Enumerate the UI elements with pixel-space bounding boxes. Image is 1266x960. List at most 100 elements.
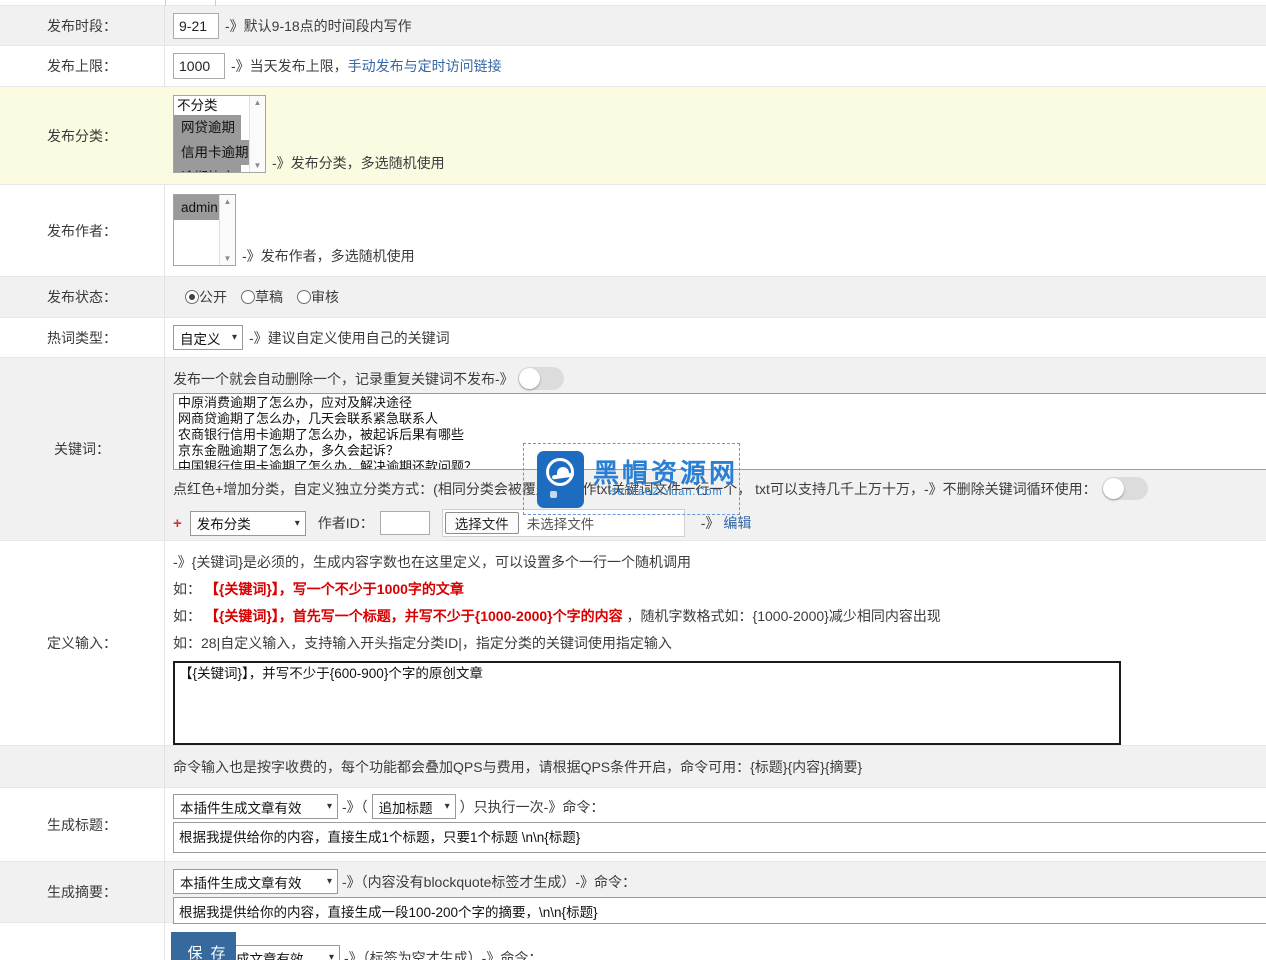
keywords-textarea[interactable]: 中原消费逾期了怎么办，应对及解决途径 网商贷逾期了怎么办，几天会联系紧急联系人 … [173,393,1266,470]
radio-label: 公开 [199,287,227,307]
example-prefix: 如： [173,581,201,597]
chevron-down-icon: ▾ [445,801,450,812]
radio-checked-icon[interactable] [185,290,199,304]
custom-input-textarea[interactable]: 【{关键词}】，并写不少于{600-900}个字的原创文章 [173,661,1121,745]
example-red-text: 【{关键词}】，首先写一个标题，并写不少于{1000-2000}个字的内容 [205,608,623,624]
command-note-text: 命令输入也是按字收费的，每个功能都会叠加QPS与费用，请根据QPS条件开启，命令… [173,757,862,777]
publish-category-label: 发布分类： [0,87,165,184]
row-bottom-clipped: 保存 本插件生成文章有效 ▾ -》（标签为空才生成）-》命令： [0,923,1266,960]
category-option[interactable]: 网贷逾期 [174,115,241,140]
keywords-label: 关键词： [0,358,165,540]
title-mode-value: 本插件生成文章有效 [180,797,302,817]
radio-label: 审核 [311,287,339,307]
title-append-value: 追加标题 [379,797,433,817]
generate-title-command-textarea[interactable]: 根据我提供给你的内容，直接生成1个标题，只要1个标题 \n\n{标题} [173,822,1266,853]
hotword-type-label: 热词类型： [0,318,165,357]
generate-title-label: 生成标题： [0,788,165,861]
hotword-type-select[interactable]: 自定义 ▾ [173,325,243,350]
publish-category-desc: -》发布分类，多选随机使用 [272,153,445,173]
publish-limit-desc: -》当天发布上限， [231,56,348,76]
publish-category-listbox[interactable]: 不分类 网贷逾期 信用卡逾期 逾期协商 ▲ ▼ [173,95,266,173]
generate-summary-command-textarea[interactable]: 根据我提供给你的内容，直接生成一段100-200个字的摘要，\n\n{标题} [173,897,1266,924]
category-option[interactable]: 逾期协商 [174,165,241,172]
radio-public[interactable]: 公开 [185,287,227,307]
radio-draft[interactable]: 草稿 [241,287,283,307]
hotword-type-value: 自定义 [180,328,221,348]
title-mid-text-1: -》（ [342,797,368,817]
auto-delete-toggle[interactable] [518,367,564,390]
summary-mode-value: 本插件生成文章有效 [180,872,302,892]
scroll-up-icon[interactable]: ▲ [224,197,232,206]
chevron-down-icon: ▾ [327,876,332,887]
publish-time-desc: -》默认9-18点的时间段内写作 [225,16,412,36]
bottom-mid-text: -》（标签为空才生成）-》命令： [344,948,542,960]
author-id-input[interactable] [380,511,430,535]
publish-author-listbox[interactable]: admin ▲ ▼ [173,194,236,266]
edit-link[interactable]: 编辑 [723,515,751,531]
publish-limit-input[interactable] [173,53,225,79]
command-note-label [0,746,165,787]
chevron-down-icon: ▾ [327,801,332,812]
summary-mode-select[interactable]: 本插件生成文章有效 ▾ [173,869,338,894]
summary-mid-text: -》（内容没有blockquote标签才生成）-》命令： [342,872,636,892]
generate-summary-label: 生成摘要： [0,862,165,922]
row-keywords: 关键词： 发布一个就会自动删除一个，记录重复关键词不发布-》 中原消费逾期了怎么… [0,358,1266,541]
row-publish-category: 发布分类： 不分类 网贷逾期 信用卡逾期 逾期协商 ▲ ▼ -》发布分类，多选随… [0,87,1266,185]
listbox-scrollbar[interactable]: ▲ ▼ [219,195,235,265]
custom-input-hint-4: 如：28|自定义输入，支持输入开头指定分类ID|，指定分类的关键词使用指定输入 [173,634,1266,652]
author-id-label: 作者ID： [318,513,374,533]
publish-limit-label: 发布上限： [0,46,165,86]
publish-time-input[interactable] [173,13,219,39]
row-custom-input: 定义输入： -》{关键词}是必须的，生成内容字数也在这里定义，可以设置多个一行一… [0,541,1266,746]
choose-file-button[interactable]: 选择文件 [445,512,519,534]
row-publish-author: 发布作者： admin ▲ ▼ -》发布作者，多选随机使用 [0,185,1266,277]
publish-status-label: 发布状态： [0,277,165,317]
radio-label: 草稿 [255,287,283,307]
author-option[interactable]: admin [174,195,219,220]
publish-author-desc: -》发布作者，多选随机使用 [242,246,415,266]
keywords-hint-text: 点红色+增加分类，自定义独立分类方式：(相同分类会被覆盖)，制作txt关键词文件… [173,479,1097,499]
keywords-toggle-text: 发布一个就会自动删除一个，记录重复关键词不发布-》 [173,369,514,389]
row-publish-time: 发布时段： -》默认9-18点的时间段内写作 [0,6,1266,46]
keyword-category-select[interactable]: 发布分类 ▾ [190,511,306,536]
row-publish-status: 发布状态： 公开 草稿 审核 [0,277,1266,318]
radio-review[interactable]: 审核 [297,287,339,307]
title-mid-text-2: ）只执行一次-》命令： [460,797,605,817]
custom-input-hint-3: 如： 【{关键词}】，首先写一个标题，并写不少于{1000-2000}个字的内容… [173,607,1266,625]
radio-icon[interactable] [241,290,255,304]
radio-icon[interactable] [297,290,311,304]
example-rest-text: ，随机字数格式如：{1000-2000}减少相同内容出现 [627,608,941,624]
chevron-down-icon: ▾ [295,518,300,529]
file-input[interactable]: 选择文件 未选择文件 [442,509,685,537]
row-generate-summary: 生成摘要： 本插件生成文章有效 ▾ -》（内容没有blockquote标签才生成… [0,862,1266,923]
custom-input-label: 定义输入： [0,541,165,745]
publish-time-label: 发布时段： [0,6,165,45]
category-option[interactable]: 信用卡逾期 [174,140,249,165]
keep-keywords-toggle[interactable] [1102,477,1148,500]
plugin-settings-page: 发布时段： -》默认9-18点的时间段内写作 发布上限： -》当天发布上限， 手… [0,0,1266,960]
example-prefix: 如： [173,608,201,624]
add-category-button[interactable]: + [173,515,182,532]
bottom-row-label [0,923,165,960]
scroll-down-icon[interactable]: ▼ [224,254,232,263]
row-publish-limit: 发布上限： -》当天发布上限， 手动发布与定时访问链接 [0,46,1266,87]
listbox-scrollbar[interactable]: ▲ ▼ [249,96,265,172]
chevron-down-icon: ▾ [329,952,334,960]
title-append-select[interactable]: 追加标题 ▾ [372,794,456,819]
category-option[interactable]: 不分类 [174,96,249,115]
save-button[interactable]: 保存 [171,932,236,960]
file-status-text: 未选择文件 [527,513,595,533]
keyword-category-value: 发布分类 [197,513,251,533]
edit-arrow-text: -》 [701,515,720,531]
manual-publish-link[interactable]: 手动发布与定时访问链接 [348,56,502,76]
example-red-text: 【{关键词}】，写一个不少于1000字的文章 [205,581,464,597]
scroll-down-icon[interactable]: ▼ [254,161,262,170]
custom-input-hint-2: 如： 【{关键词}】，写一个不少于1000字的文章 [173,580,1266,598]
chevron-down-icon: ▾ [232,332,237,343]
row-command-note: 命令输入也是按字收费的，每个功能都会叠加QPS与费用，请根据QPS条件开启，命令… [0,746,1266,788]
hotword-type-desc: -》建议自定义使用自己的关键词 [249,328,450,348]
title-mode-select[interactable]: 本插件生成文章有效 ▾ [173,794,338,819]
scroll-up-icon[interactable]: ▲ [254,98,262,107]
row-hotword-type: 热词类型： 自定义 ▾ -》建议自定义使用自己的关键词 [0,318,1266,358]
publish-author-label: 发布作者： [0,185,165,276]
